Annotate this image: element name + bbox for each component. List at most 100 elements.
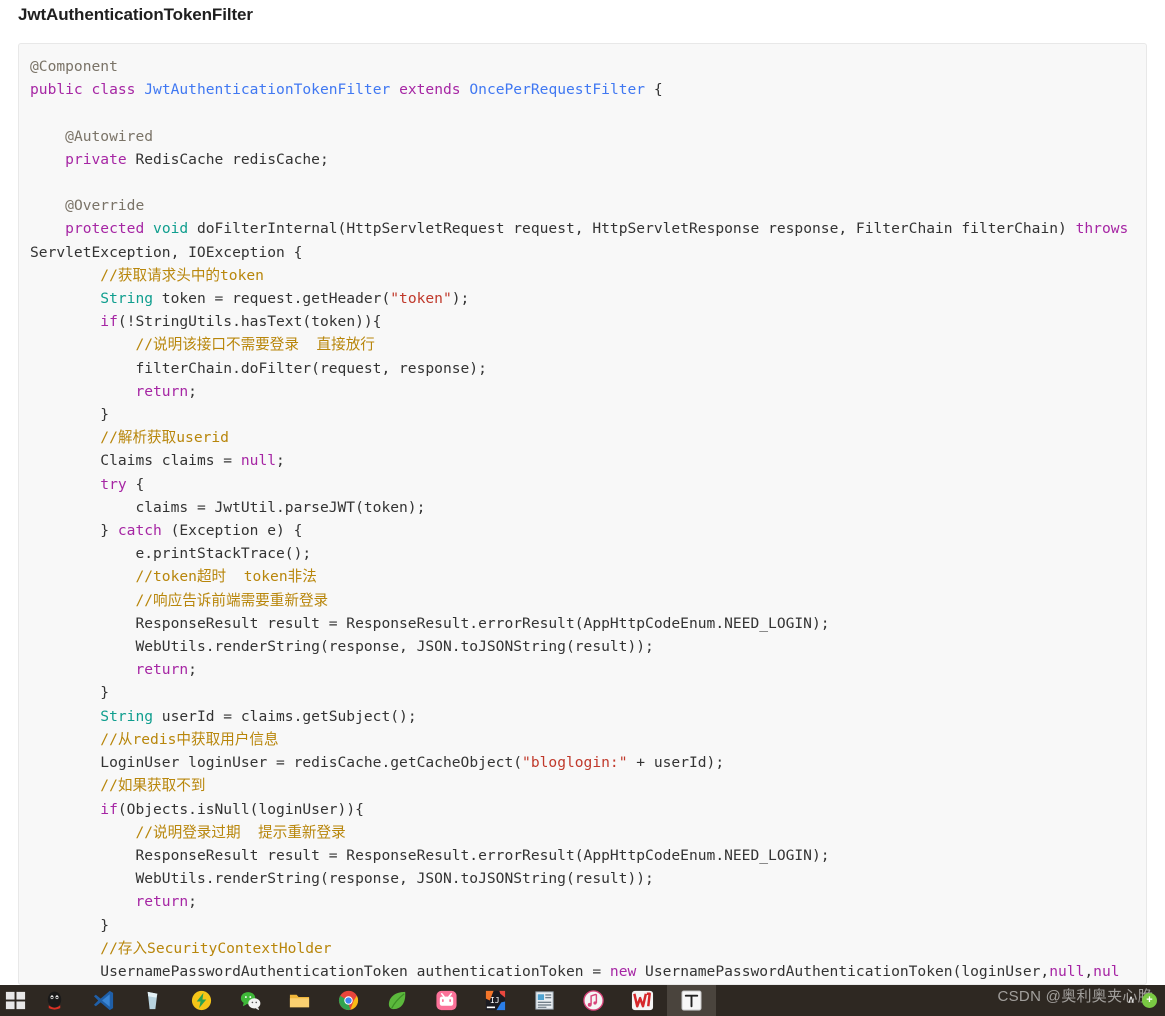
code-line: ResponseResult result = ResponseResult.e… [30, 846, 830, 864]
music-icon [582, 989, 605, 1012]
code-token-kw: null [1049, 962, 1085, 980]
taskbar-item-sogou[interactable] [177, 985, 226, 1016]
code-token-plain: ; [188, 382, 197, 400]
intellij-idea-icon: IJ [484, 989, 507, 1012]
taskbar: IJ [0, 985, 1165, 1016]
code-token-plain: e.printStackTrace(); [30, 545, 312, 563]
tray-chevron-icon[interactable]: ∧ [1127, 995, 1135, 1006]
tray-badge-icon[interactable]: + [1142, 993, 1157, 1008]
code-token-plain: userId = claims.getSubject(); [153, 707, 417, 725]
code-token-plain: { [645, 81, 663, 99]
code-token-plain: { [126, 475, 145, 493]
code-token-kw: null [240, 452, 277, 470]
code-token-teal: String [100, 290, 154, 308]
start-button[interactable] [0, 985, 30, 1016]
taskbar-item-qq[interactable] [30, 985, 79, 1016]
taskbar-item-document[interactable] [520, 985, 569, 1016]
code-token-plain: } [30, 522, 118, 540]
code-token-anno: @Override [30, 197, 145, 215]
code-block: @Component public class JwtAuthenticatio… [18, 43, 1147, 985]
code-line: //token超时 token非法 [30, 568, 316, 585]
code-token-teal: void [153, 220, 189, 238]
code-token-kw: public [30, 81, 83, 99]
taskbar-item-wps[interactable] [618, 985, 667, 1016]
code-line: String token = request.getHeader("token"… [30, 290, 469, 307]
code-token-cmt: //从redis中获取用户信息 [30, 730, 279, 748]
taskbar-item-wechat[interactable] [226, 985, 275, 1016]
code-token-plain: Claims claims = [30, 452, 241, 470]
code-line: protected void doFilterInternal(HttpServ… [30, 220, 1137, 260]
code-line: //如果获取不到 [30, 777, 205, 794]
wechat-icon [239, 989, 262, 1012]
code-token-plain: LoginUser loginUser = redisCache.getCach… [30, 754, 523, 772]
code-token-kw: new [609, 962, 637, 980]
code-line: @Override [30, 197, 144, 214]
vscode-icon [92, 989, 115, 1012]
code-token-type: OncePerRequestFilter [469, 81, 646, 99]
code-token-plain: ResponseResult result = ResponseResult.e… [30, 846, 830, 864]
code-line: @Autowired [30, 128, 153, 145]
code-token-cmt: //解析获取userid [30, 429, 229, 447]
taskbar-item-intellij-idea[interactable]: IJ [471, 985, 520, 1016]
code-line: WebUtils.renderString(response, JSON.toJ… [30, 638, 654, 656]
code-token-plain: (Objects.isNull(loginUser)){ [117, 800, 364, 818]
code-token-kw: return [135, 382, 189, 400]
code-line: //获取请求头中的token [30, 267, 264, 284]
leaf-icon [386, 989, 409, 1012]
code-token-cmt: //获取请求头中的token [30, 266, 264, 284]
taskbar-item-leaf[interactable] [373, 985, 422, 1016]
code-line: private RedisCache redisCache; [30, 151, 329, 168]
code-token-type: JwtAuthenticationTokenFilter [144, 81, 391, 99]
code-token-plain: ; [188, 893, 197, 911]
code-line: ResponseResult result = ResponseResult.e… [30, 615, 829, 632]
code-token-plain: RedisCache redisCache; [126, 150, 329, 168]
taskbar-item-bilibili[interactable] [422, 985, 471, 1016]
taskbar-item-folder[interactable] [275, 985, 324, 1016]
code-line: //响应告诉前端需要重新登录 [30, 592, 328, 609]
code-token-teal: String [100, 707, 154, 725]
code-token-plain: , [1084, 962, 1094, 980]
code-line: if(Objects.isNull(loginUser)){ [30, 801, 364, 818]
code-token-plain: filterChain.doFilter(request, response); [30, 359, 487, 377]
code-token-kw: protected [65, 220, 145, 238]
taskbar-item-typora[interactable] [667, 985, 716, 1016]
taskbar-item-cleaner[interactable] [128, 985, 177, 1016]
wps-icon [631, 989, 654, 1012]
taskbar-item-vscode[interactable] [79, 985, 128, 1016]
code-token-kw: return [135, 893, 189, 911]
code-line: //从redis中获取用户信息 [30, 730, 279, 748]
code-token-plain: UsernamePasswordAuthenticationToken auth… [30, 962, 610, 980]
taskbar-item-chrome[interactable] [324, 985, 373, 1016]
code-line: return; [30, 661, 197, 678]
system-tray: ∧ + [1127, 985, 1161, 1016]
code-line: return; [30, 893, 197, 910]
code-line: filterChain.doFilter(request, response); [30, 359, 487, 377]
taskbar-spacer [716, 985, 1165, 1016]
code-token-plain: token = request.getHeader( [153, 290, 391, 308]
code-token-plain: WebUtils.renderString(response, JSON.toJ… [30, 638, 654, 656]
code-line: public class JwtAuthenticationTokenFilte… [30, 81, 663, 98]
taskbar-item-music[interactable] [569, 985, 618, 1016]
code-line: } catch (Exception e) { [30, 522, 302, 539]
code-token-kw: throws [1075, 220, 1129, 238]
chrome-icon [337, 989, 360, 1012]
code-content: @Component public class JwtAuthenticatio… [19, 44, 1146, 984]
code-line: WebUtils.renderString(response, JSON.toJ… [30, 870, 653, 887]
code-line: UsernamePasswordAuthenticationToken auth… [30, 962, 1119, 984]
code-token-plain: ; [276, 452, 285, 470]
code-token-plain: (!StringUtils.hasText(token)){ [117, 313, 382, 331]
code-token-cmt: //响应告诉前端需要重新登录 [30, 591, 329, 609]
code-token-cmt: //存入SecurityContextHolder [30, 939, 332, 957]
code-line: } [30, 917, 109, 934]
document-icon [533, 989, 556, 1012]
code-token-kw: private [65, 150, 127, 168]
code-line: try { [30, 476, 144, 493]
